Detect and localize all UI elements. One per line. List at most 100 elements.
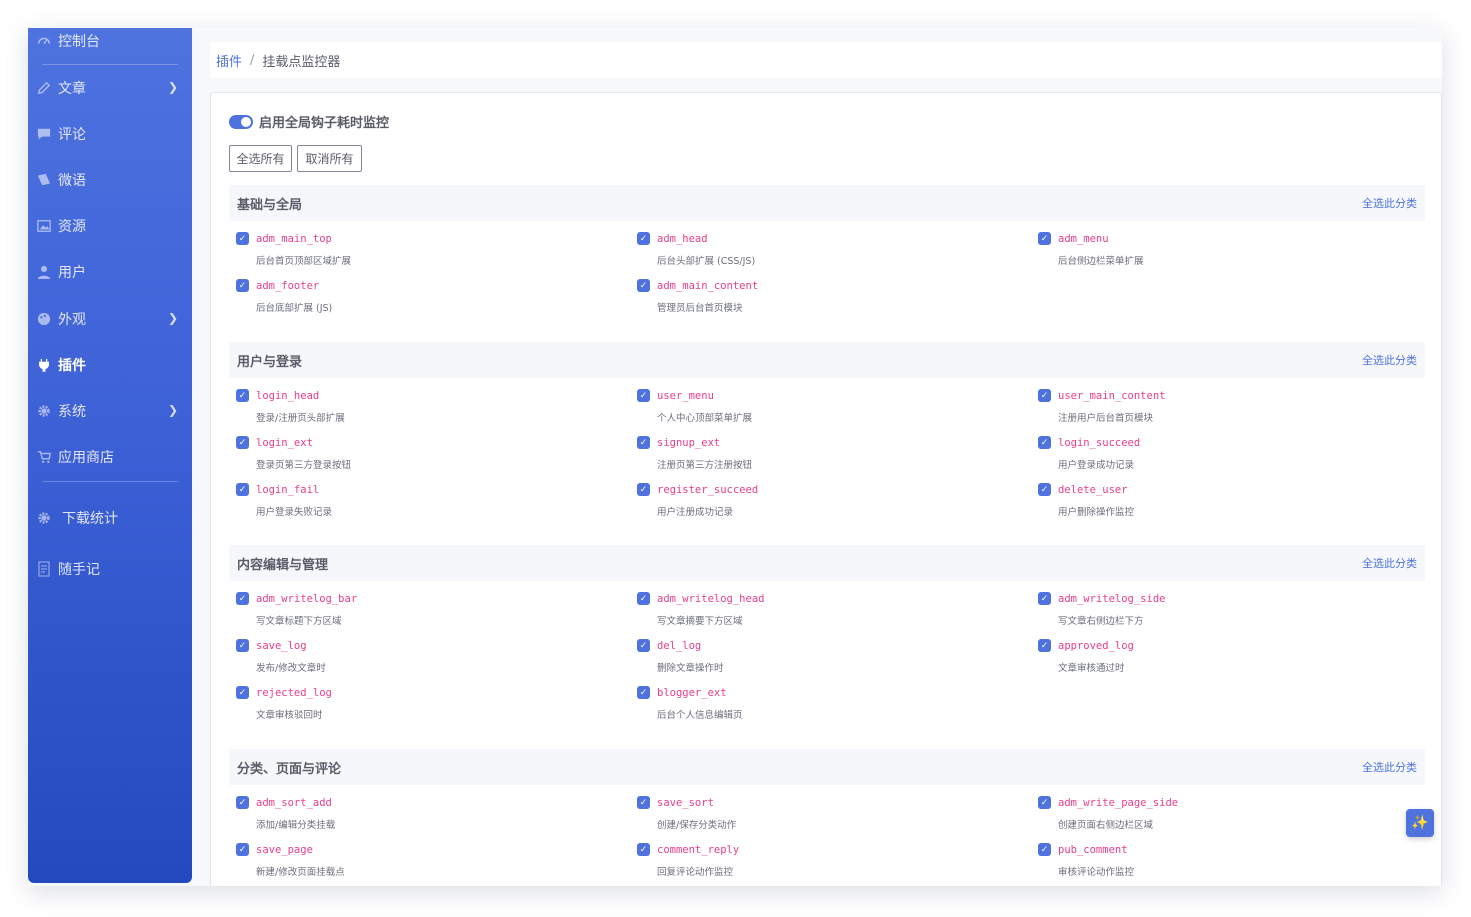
hook-description: 文章审核驳回时 [256,710,323,721]
hook-item: ✓ adm_sort_add 添加/编辑分类挂载 [236,796,616,836]
hook-item: ✓ user_main_content 注册用户后台首页模块 [1038,389,1418,429]
hook-name[interactable]: approved_log [1058,640,1134,652]
select-category-link[interactable]: 全选此分类 [1362,759,1417,775]
hook-name[interactable]: login_succeed [1058,437,1140,449]
hook-description: 用户注册成功记录 [657,507,734,518]
hook-name[interactable]: login_fail [256,484,319,496]
sidebar-item-appearance[interactable]: 外观 ❯ [36,301,184,337]
hook-checkbox[interactable]: ✓ [1038,436,1051,449]
chevron-right-icon: ❯ [167,311,178,325]
sidebar-item-comments[interactable]: 评论 [36,116,184,152]
hook-name[interactable]: comment_reply [657,844,739,856]
hook-checkbox[interactable]: ✓ [236,279,249,292]
hook-checkbox[interactable]: ✓ [236,796,249,809]
deselect-all-button[interactable]: 取消所有 [297,145,362,172]
select-category-link[interactable]: 全选此分类 [1362,352,1417,368]
hook-name[interactable]: blogger_ext [657,687,727,699]
hook-checkbox[interactable]: ✓ [637,279,650,292]
hook-checkbox[interactable]: ✓ [637,843,650,856]
sidebar-item-system[interactable]: 系统 ❯ [36,393,184,429]
hook-checkbox[interactable]: ✓ [1038,389,1051,402]
hook-name[interactable]: register_succeed [657,484,758,496]
sidebar-item-label: 应用商店 [58,450,114,466]
hook-checkbox[interactable]: ✓ [1038,592,1051,605]
hook-name[interactable]: adm_write_page_side [1058,797,1178,809]
hook-checkbox[interactable]: ✓ [637,592,650,605]
sidebar-item-quick-notes[interactable]: 随手记 [36,551,184,587]
breadcrumb-separator: / [250,52,255,68]
sidebar-item-dashboard[interactable]: 控制台 [36,28,184,59]
hook-name[interactable]: signup_ext [657,437,720,449]
hook-item: ✓ approved_log 文章审核通过时 [1038,639,1418,679]
hook-checkbox[interactable]: ✓ [236,389,249,402]
select-category-link[interactable]: 全选此分类 [1362,195,1417,211]
hook-checkbox[interactable]: ✓ [637,686,650,699]
sidebar-divider [42,481,178,482]
ai-assistant-button[interactable]: ✨ [1406,809,1434,837]
hook-checkbox[interactable]: ✓ [1038,483,1051,496]
hook-name[interactable]: adm_main_content [657,280,758,292]
hook-checkbox[interactable]: ✓ [637,436,650,449]
sidebar-item-resources[interactable]: 资源 [36,208,184,244]
hook-checkbox[interactable]: ✓ [1038,796,1051,809]
hook-name[interactable]: pub_comment [1058,844,1128,856]
hook-name[interactable]: save_log [256,640,307,652]
hook-checkbox[interactable]: ✓ [1038,639,1051,652]
notepad-icon [36,561,52,577]
hook-checkbox[interactable]: ✓ [236,483,249,496]
hook-checkbox[interactable]: ✓ [1038,843,1051,856]
breadcrumb-link-plugins[interactable]: 插件 [216,51,242,70]
hook-name[interactable]: delete_user [1058,484,1128,496]
hook-item: ✓ save_page 新建/修改页面挂载点 [236,843,616,883]
hook-name[interactable]: login_ext [256,437,313,449]
global-monitor-switch[interactable] [229,114,253,129]
hook-name[interactable]: save_sort [657,797,714,809]
hook-name[interactable]: save_page [256,844,313,856]
hook-checkbox[interactable]: ✓ [236,592,249,605]
sidebar-item-plugins[interactable]: 插件 [36,347,184,383]
select-all-button[interactable]: 全选所有 [229,145,292,172]
hook-name[interactable]: adm_sort_add [256,797,332,809]
sidebar-item-notes[interactable]: 微语 [36,162,184,198]
hook-description: 登录页第三方登录按钮 [256,460,352,471]
hook-checkbox[interactable]: ✓ [637,796,650,809]
hook-description: 文章审核通过时 [1058,663,1125,674]
hook-item: ✓ pub_comment 审核评论动作监控 [1038,843,1418,883]
hook-name[interactable]: adm_menu [1058,233,1109,245]
hook-checkbox[interactable]: ✓ [637,483,650,496]
hook-checkbox[interactable]: ✓ [236,232,249,245]
hook-name[interactable]: del_log [657,640,701,652]
sidebar-item-download-stats[interactable]: 下载统计 [36,500,184,536]
hook-item: ✓ comment_reply 回复评论动作监控 [637,843,1017,883]
hook-checkbox[interactable]: ✓ [637,639,650,652]
sidebar-item-articles[interactable]: 文章 ❯ [36,70,184,106]
hook-name[interactable]: adm_writelog_side [1058,593,1165,605]
hook-description: 登录/注册页头部扩展 [256,413,345,424]
hook-checkbox[interactable]: ✓ [236,686,249,699]
sidebar-item-users[interactable]: 用户 [36,254,184,290]
hook-name[interactable]: user_menu [657,390,714,402]
hook-checkbox[interactable]: ✓ [637,232,650,245]
hook-item: ✓ register_succeed 用户注册成功记录 [637,483,1017,523]
sidebar-item-app-store[interactable]: 应用商店 [36,439,184,475]
hook-checkbox[interactable]: ✓ [1038,232,1051,245]
hook-name[interactable]: login_head [256,390,319,402]
hook-item: ✓ login_head 登录/注册页头部扩展 [236,389,616,429]
hook-checkbox[interactable]: ✓ [236,639,249,652]
sparkle-icon: ✨ [1411,815,1429,831]
hook-checkbox[interactable]: ✓ [637,389,650,402]
hook-name[interactable]: adm_writelog_head [657,593,764,605]
hook-name[interactable]: adm_head [657,233,708,245]
section-title: 内容编辑与管理 [237,557,329,573]
select-category-link[interactable]: 全选此分类 [1362,555,1417,571]
hook-checkbox[interactable]: ✓ [236,436,249,449]
hook-item: ✓ save_sort 创建/保存分类动作 [637,796,1017,836]
section-title: 用户与登录 [237,354,303,370]
hook-checkbox[interactable]: ✓ [236,843,249,856]
hook-name[interactable]: adm_writelog_bar [256,593,357,605]
hook-name[interactable]: adm_footer [256,280,319,292]
hook-item: ✓ adm_main_top 后台首页顶部区域扩展 [236,232,616,272]
hook-name[interactable]: adm_main_top [256,233,332,245]
hook-name[interactable]: user_main_content [1058,390,1165,402]
hook-name[interactable]: rejected_log [256,687,332,699]
